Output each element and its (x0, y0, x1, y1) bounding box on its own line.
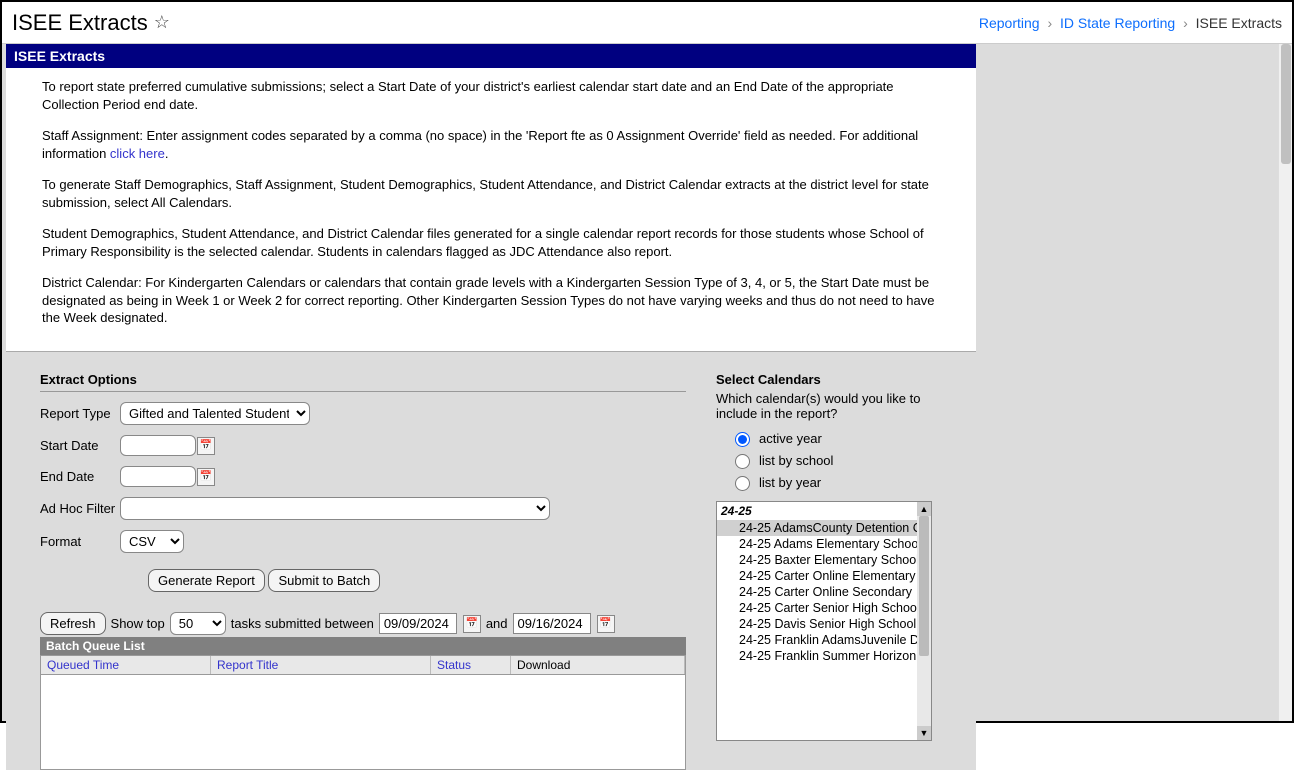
calendar-year-row[interactable]: 24-25 (717, 502, 931, 520)
breadcrumb-id-state-reporting[interactable]: ID State Reporting (1060, 15, 1175, 31)
calendar-listbox[interactable]: 24-25 24-25 AdamsCounty Detention C 24-2… (716, 501, 932, 741)
col-download: Download (511, 656, 685, 674)
list-by-year-label: list by year (759, 475, 821, 490)
ad-hoc-filter-select[interactable] (120, 497, 550, 520)
col-status[interactable]: Status (431, 656, 511, 674)
chevron-right-icon: › (1183, 15, 1188, 31)
page-title: ISEE Extracts ☆ (12, 10, 170, 36)
start-date-input[interactable] (120, 435, 196, 456)
breadcrumb-reporting[interactable]: Reporting (979, 15, 1040, 31)
select-calendars-prompt: Which calendar(s) would you like to incl… (716, 391, 946, 421)
panel-header: ISEE Extracts (6, 44, 976, 68)
intro-p2b: . (165, 146, 169, 161)
queue-date-from-input[interactable] (379, 613, 457, 634)
calendar-icon[interactable]: 📅 (597, 615, 615, 633)
calendar-option[interactable]: 24-25 Franklin AdamsJuvenile D (717, 632, 931, 648)
batch-queue-list-title: Batch Queue List (40, 637, 686, 655)
list-by-year-radio[interactable] (735, 476, 750, 491)
page-scrollbar[interactable] (1278, 44, 1292, 721)
breadcrumb: Reporting › ID State Reporting › ISEE Ex… (979, 15, 1282, 31)
format-label: Format (40, 534, 120, 549)
intro-p3: To generate Staff Demographics, Staff As… (42, 176, 946, 211)
select-calendars-title: Select Calendars (716, 372, 976, 387)
intro-p1: To report state preferred cumulative sub… (42, 78, 946, 113)
and-label: and (486, 616, 508, 631)
calendar-option[interactable]: 24-25 Franklin Summer Horizon (717, 648, 931, 664)
active-year-radio[interactable] (735, 432, 750, 447)
calendar-icon[interactable]: 📅 (463, 615, 481, 633)
start-date-label: Start Date (40, 438, 120, 453)
intro-text: To report state preferred cumulative sub… (6, 68, 976, 352)
scroll-thumb[interactable] (919, 516, 929, 656)
calendar-option[interactable]: 24-25 AdamsCounty Detention C (717, 520, 931, 536)
batch-queue-columns: Queued Time Report Title Status Download (40, 655, 686, 675)
report-type-label: Report Type (40, 406, 120, 421)
show-top-label: Show top (111, 616, 165, 631)
favorite-star-icon[interactable]: ☆ (154, 12, 170, 33)
page-title-text: ISEE Extracts (12, 10, 148, 36)
calendar-option[interactable]: 24-25 Carter Online Secondary (717, 584, 931, 600)
calendar-option[interactable]: 24-25 Baxter Elementary School (717, 552, 931, 568)
chevron-right-icon: › (1047, 15, 1052, 31)
scroll-thumb[interactable] (1281, 44, 1291, 164)
format-select[interactable]: CSV (120, 530, 184, 553)
intro-p2: Staff Assignment: Enter assignment codes… (42, 127, 946, 162)
active-year-label: active year (759, 431, 822, 446)
calendar-option[interactable]: 24-25 Adams Elementary Schoo (717, 536, 931, 552)
click-here-link[interactable]: click here (110, 146, 165, 161)
list-by-school-label: list by school (759, 453, 833, 468)
tasks-between-label: tasks submitted between (231, 616, 374, 631)
end-date-input[interactable] (120, 466, 196, 487)
calendar-icon[interactable]: 📅 (197, 437, 215, 455)
intro-p4: Student Demographics, Student Attendance… (42, 225, 946, 260)
end-date-label: End Date (40, 469, 120, 484)
ad-hoc-filter-label: Ad Hoc Filter (40, 501, 120, 516)
col-queued-time[interactable]: Queued Time (41, 656, 211, 674)
scroll-down-icon[interactable]: ▼ (917, 726, 931, 740)
col-report-title[interactable]: Report Title (211, 656, 431, 674)
report-type-select[interactable]: Gifted and Talented Students (120, 402, 310, 425)
show-top-select[interactable]: 50 (170, 612, 226, 635)
calendar-option[interactable]: 24-25 Carter Online Elementary (717, 568, 931, 584)
scroll-up-icon[interactable]: ▲ (917, 502, 931, 516)
queue-date-to-input[interactable] (513, 613, 591, 634)
list-by-school-radio[interactable] (735, 454, 750, 469)
breadcrumb-current: ISEE Extracts (1196, 15, 1282, 31)
intro-p2a: Staff Assignment: Enter assignment codes… (42, 128, 918, 161)
generate-report-button[interactable]: Generate Report (148, 569, 265, 592)
calendar-option[interactable]: 24-25 Davis Senior High School (717, 616, 931, 632)
refresh-button[interactable]: Refresh (40, 612, 106, 635)
extract-options-title: Extract Options (40, 372, 686, 392)
intro-p5: District Calendar: For Kindergarten Cale… (42, 274, 946, 327)
listbox-scrollbar[interactable]: ▲ ▼ (917, 502, 931, 740)
calendar-icon[interactable]: 📅 (197, 468, 215, 486)
calendar-option[interactable]: 24-25 Carter Senior High Schoo (717, 600, 931, 616)
submit-to-batch-button[interactable]: Submit to Batch (268, 569, 380, 592)
